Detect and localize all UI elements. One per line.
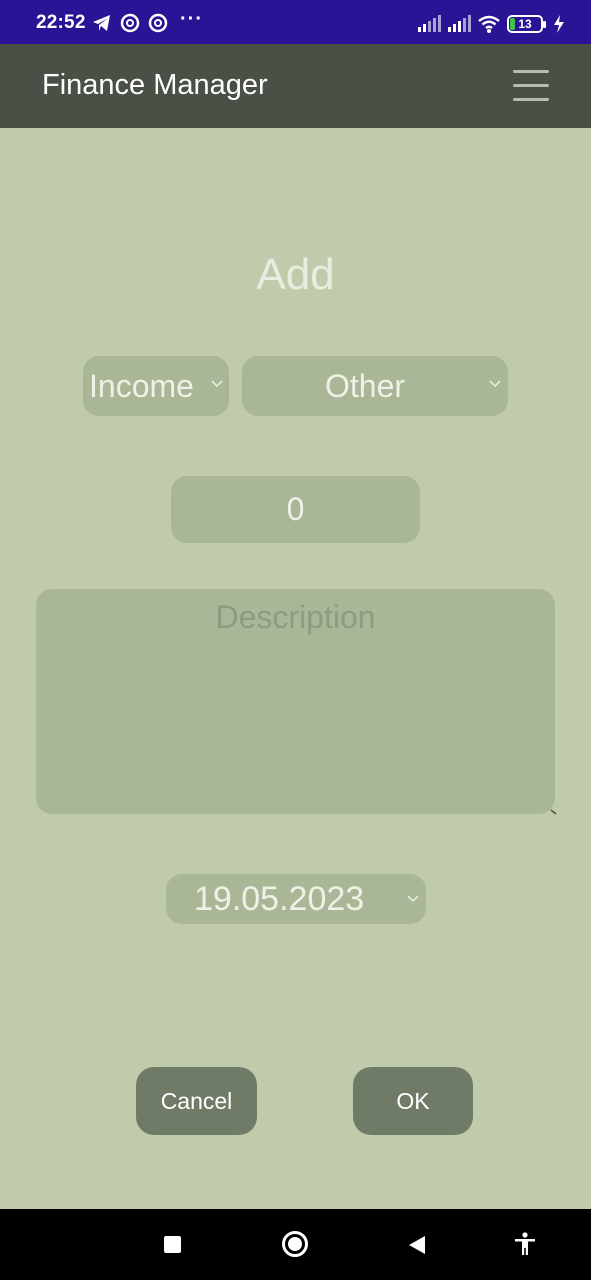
- signal-icon: [448, 15, 471, 32]
- chevron-down-icon: [489, 380, 501, 388]
- amount-input[interactable]: 0: [171, 476, 420, 543]
- telegram-icon: [93, 15, 110, 31]
- home-circle-icon[interactable]: [282, 1231, 308, 1257]
- recents-square-icon[interactable]: [164, 1236, 181, 1253]
- type-select-value: Income: [89, 368, 194, 404]
- date-select[interactable]: 19.05.2023: [166, 874, 426, 924]
- battery-icon: 13: [507, 15, 546, 33]
- cancel-button[interactable]: Cancel: [136, 1067, 257, 1135]
- description-input[interactable]: Description: [36, 589, 555, 814]
- at-sign-icon: [120, 13, 140, 33]
- more-dots-icon: ···: [180, 8, 203, 30]
- charging-icon: [554, 15, 564, 33]
- status-bar: 22:52 ··· 13: [0, 0, 591, 44]
- at-sign-icon: [148, 13, 168, 33]
- system-icons: 13: [417, 13, 565, 35]
- chevron-down-icon: [211, 380, 223, 388]
- date-select-value: 19.05.2023: [194, 880, 365, 918]
- page-title: Add: [256, 250, 335, 299]
- chevron-down-icon: [407, 895, 419, 903]
- app-title: Finance Manager: [42, 69, 268, 101]
- type-select[interactable]: Income: [83, 356, 229, 416]
- battery-level: 13: [518, 17, 532, 31]
- app-bar: Finance Manager: [0, 44, 591, 128]
- category-select[interactable]: Other: [242, 356, 508, 416]
- resize-handle-icon[interactable]: [550, 808, 558, 816]
- hamburger-menu-icon[interactable]: [508, 66, 554, 106]
- signal-icon: [418, 15, 441, 32]
- status-time: 22:52: [36, 12, 86, 33]
- description-placeholder: Description: [215, 599, 376, 635]
- back-triangle-icon[interactable]: [407, 1235, 427, 1255]
- ok-button[interactable]: OK: [353, 1067, 473, 1135]
- notification-icons: [92, 13, 168, 33]
- wifi-icon: [478, 15, 500, 33]
- category-select-value: Other: [325, 368, 406, 404]
- accessibility-icon[interactable]: [514, 1232, 536, 1256]
